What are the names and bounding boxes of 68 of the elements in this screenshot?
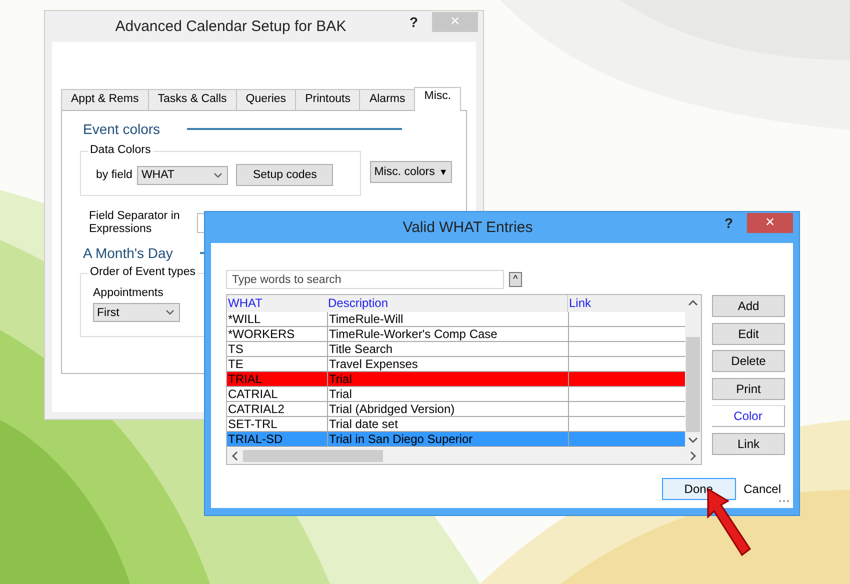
horizontal-scrollbar[interactable] bbox=[227, 448, 701, 464]
chevron-right-icon[interactable] bbox=[690, 451, 696, 461]
column-header[interactable]: Description bbox=[327, 295, 568, 312]
tab[interactable]: Queries bbox=[236, 89, 296, 110]
setup-codes-button[interactable]: Setup codes bbox=[236, 164, 334, 186]
side-button[interactable]: Delete bbox=[712, 350, 785, 372]
tab[interactable]: Misc. bbox=[414, 87, 462, 111]
misc-colors-button[interactable]: Misc. colors ▼ bbox=[370, 161, 452, 183]
table-cell: CATRIAL bbox=[227, 387, 328, 401]
tab[interactable]: Alarms bbox=[359, 89, 416, 110]
cancel-button[interactable]: Cancel bbox=[744, 482, 781, 496]
table-row[interactable]: CATRIAL2 Trial (Abridged Version) bbox=[227, 402, 685, 417]
field-label: by field bbox=[96, 169, 132, 181]
chevron-icon bbox=[214, 172, 222, 178]
table-cell: *WORKERS bbox=[227, 327, 328, 341]
table-row[interactable]: TRIAL-SD Trial in San Diego Superior bbox=[227, 432, 685, 447]
side-button[interactable]: Link bbox=[712, 432, 785, 454]
vertical-scrollbar[interactable] bbox=[685, 295, 701, 448]
table-cell: TRIAL bbox=[227, 372, 328, 386]
table-row[interactable]: TRIAL Trial bbox=[227, 372, 685, 387]
side-button[interactable]: Add bbox=[712, 295, 785, 317]
chevron-icon bbox=[166, 310, 174, 315]
tab[interactable]: Appt & Rems bbox=[61, 89, 149, 110]
side-button[interactable]: Print bbox=[712, 378, 785, 400]
table-cell: Trial date set bbox=[328, 417, 569, 431]
table-cell: Trial (Abridged Version) bbox=[328, 402, 569, 416]
table-cell: TE bbox=[227, 357, 328, 371]
order-dropdown[interactable]: First bbox=[93, 303, 180, 322]
table-row[interactable]: CATRIAL Trial bbox=[227, 387, 685, 402]
window-title: Valid WHAT Entries bbox=[402, 219, 534, 236]
field-label: Appointments bbox=[93, 287, 164, 299]
group-label: Order of Event types bbox=[88, 266, 198, 278]
table-cell: TimeRule-Worker's Comp Case bbox=[328, 327, 569, 341]
side-button[interactable]: Color bbox=[712, 405, 785, 427]
field-dropdown[interactable]: WHAT bbox=[137, 166, 228, 184]
window-title: Advanced Calendar Setup for BAK bbox=[114, 18, 348, 35]
chevron-down-icon[interactable] bbox=[688, 437, 698, 443]
group-label: Data Colors bbox=[88, 144, 153, 156]
column-header[interactable]: Link bbox=[568, 295, 685, 312]
section-heading: Event colors bbox=[83, 121, 160, 137]
table-cell: TS bbox=[227, 342, 328, 356]
help-button[interactable]: ? bbox=[724, 214, 733, 230]
table-cell: TRIAL-SD bbox=[227, 432, 328, 446]
side-button[interactable]: Edit bbox=[712, 322, 785, 344]
table-row[interactable]: TS Title Search bbox=[227, 342, 685, 357]
search-field[interactable]: Type words to search bbox=[226, 270, 504, 289]
table-cell: TimeRule-Will bbox=[328, 312, 569, 326]
table-cell: CATRIAL2 bbox=[227, 402, 328, 416]
field-label: Field Separator in Expressions bbox=[89, 210, 181, 236]
table-cell: Travel Expenses bbox=[328, 357, 569, 371]
table-row[interactable]: *WILL TimeRule-Will bbox=[227, 312, 685, 327]
table-cell: Trial in San Diego Superior bbox=[328, 432, 569, 446]
table-row[interactable]: *WORKERS TimeRule-Worker's Comp Case bbox=[227, 327, 685, 342]
table-cell: Title Search bbox=[328, 342, 569, 356]
chevron-up-icon[interactable] bbox=[688, 300, 698, 306]
chevron-left-icon[interactable] bbox=[232, 451, 238, 461]
table-cell: Trial bbox=[328, 387, 569, 401]
tab[interactable]: Tasks & Calls bbox=[148, 89, 237, 110]
table-cell: SET-TRL bbox=[227, 417, 328, 431]
column-header[interactable]: WHAT bbox=[227, 295, 327, 312]
collapse-button[interactable]: ^ bbox=[509, 272, 522, 287]
resize-grip-icon bbox=[779, 500, 791, 503]
table-cell: Trial bbox=[328, 372, 569, 386]
close-button[interactable]: × bbox=[747, 212, 793, 232]
tab[interactable]: Printouts bbox=[295, 89, 360, 110]
help-button[interactable]: ? bbox=[409, 14, 418, 30]
table-cell: *WILL bbox=[227, 312, 328, 326]
section-heading: A Month's Day bbox=[83, 245, 173, 261]
